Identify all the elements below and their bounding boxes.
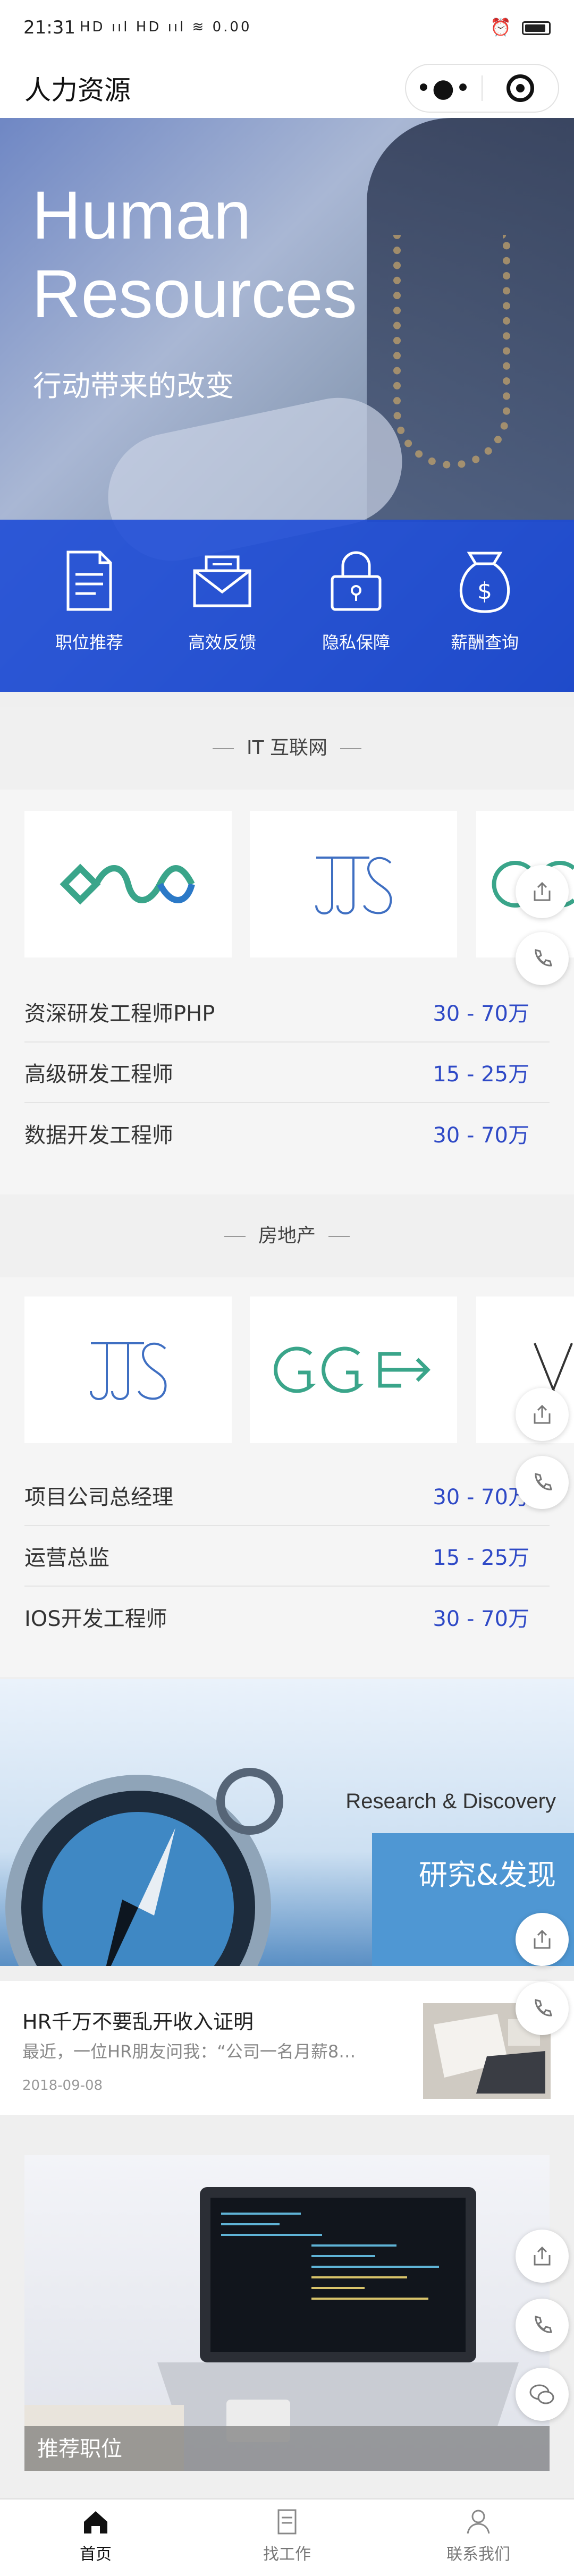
banner-cn-text: 研究&发现 — [418, 1858, 556, 1892]
miniprogram-capsule: •●• — [405, 64, 559, 113]
company-card[interactable] — [250, 1297, 457, 1443]
home-icon — [84, 2511, 107, 2533]
nav-salary[interactable]: $ 薪酬查询 — [432, 546, 538, 654]
page-title: 人力资源 — [24, 75, 131, 106]
article-date: 2018-09-08 — [22, 2078, 103, 2094]
job-row[interactable]: IOS开发工程师 30 - 70万 — [24, 1587, 550, 1647]
compass-image — [5, 1768, 283, 1966]
nav-feedback[interactable]: 高效反馈 — [169, 546, 275, 654]
share-button[interactable] — [516, 1913, 569, 1966]
document-icon — [277, 2509, 297, 2535]
hero-title: Human Resources — [32, 177, 357, 332]
signal-icons: HD ııl HD ııl ≋ 0.00 — [80, 19, 252, 35]
wave-logo — [60, 863, 195, 905]
section-heading-realestate: 房地产 — [0, 1194, 574, 1277]
job-row[interactable]: 高级研发工程师 15 - 25万 — [24, 1043, 550, 1103]
tab-home[interactable]: 首页 — [0, 2499, 191, 2576]
job-row[interactable]: 运营总监 15 - 25万 — [24, 1526, 550, 1587]
call-button[interactable] — [516, 2299, 569, 2352]
hero-banner: Human Resources 行动带来的改变 职位推荐 高效反馈 隐私保障 $… — [0, 118, 574, 692]
document-icon — [55, 546, 124, 615]
gge-logo — [274, 1346, 430, 1393]
article-desc: 最近，一位HR朋友问我：“公司一名月薪8… — [22, 2041, 356, 2062]
company-card[interactable] — [250, 811, 457, 957]
battery-icon — [522, 21, 551, 35]
mail-icon — [188, 546, 257, 615]
nav-job-recommend[interactable]: 职位推荐 — [36, 546, 142, 654]
phone-icon — [535, 949, 552, 967]
phone-icon — [535, 2316, 552, 2333]
call-button[interactable] — [516, 1982, 569, 2035]
section-heading-it: IT 互联网 — [0, 707, 574, 790]
status-bar: 21:31 HD ııl HD ııl ≋ 0.00 ⏰ — [0, 0, 574, 58]
share-button[interactable] — [516, 865, 569, 918]
share-icon — [534, 1404, 551, 1424]
close-button[interactable] — [483, 74, 558, 102]
tab-find-job[interactable]: 找工作 — [191, 2499, 383, 2576]
banner-en-text: Research & Discovery — [345, 1790, 556, 1813]
job-row[interactable]: 项目公司总经理 30 - 70万 — [24, 1465, 550, 1526]
share-button[interactable] — [516, 2230, 569, 2283]
status-time: 21:31 — [23, 17, 75, 38]
phone-icon — [535, 1999, 552, 2016]
promo-label: 推荐职位 — [37, 2437, 122, 2461]
js-logo — [90, 1342, 167, 1400]
phone-icon — [535, 1473, 552, 1490]
research-banner[interactable]: Research & Discovery 研究&发现 — [0, 1679, 574, 1966]
bottom-tab-bar: 首页 找工作 联系我们 — [0, 2498, 574, 2576]
partial-logo — [534, 1343, 573, 1397]
section-realestate: 项目公司总经理 30 - 70万 运营总监 15 - 25万 IOS开发工程师 … — [0, 1277, 574, 1677]
company-card[interactable] — [24, 811, 232, 957]
share-icon — [534, 2246, 551, 2266]
nav-privacy[interactable]: 隐私保障 — [303, 546, 409, 654]
promo-banner[interactable]: 推荐职位 — [24, 2155, 550, 2471]
company-card[interactable] — [24, 1297, 232, 1443]
share-icon — [534, 882, 551, 901]
article-item[interactable]: HR千万不要乱开收入证明 最近，一位HR朋友问我：“公司一名月薪8… 2018-… — [0, 1981, 574, 2115]
title-bar: 人力资源 •●• — [0, 58, 574, 118]
share-button[interactable] — [516, 1388, 569, 1441]
target-icon — [507, 74, 534, 102]
job-row[interactable]: 数据开发工程师 30 - 70万 — [24, 1103, 550, 1164]
call-button[interactable] — [516, 932, 569, 985]
alarm-icon: ⏰ — [489, 17, 511, 37]
money-bag-icon: $ — [450, 546, 519, 615]
wechat-icon — [529, 2384, 554, 2404]
share-icon — [534, 1929, 551, 1949]
wechat-button[interactable] — [516, 2368, 569, 2421]
tab-contact[interactable]: 联系我们 — [383, 2499, 574, 2576]
section-it: 资深研发工程师PHP 30 - 70万 高级研发工程师 15 - 25万 数据开… — [0, 790, 574, 1197]
call-button[interactable] — [516, 1456, 569, 1509]
laptop-image — [24, 2187, 519, 2471]
article-title: HR千万不要乱开收入证明 — [22, 2010, 254, 2033]
lock-icon — [322, 546, 391, 615]
job-row[interactable]: 资深研发工程师PHP 30 - 70万 — [24, 982, 550, 1043]
js-logo — [315, 857, 392, 914]
hero-subtitle: 行动带来的改变 — [33, 369, 234, 403]
more-dots-icon[interactable]: •●• — [406, 72, 482, 104]
svg-text:$: $ — [477, 578, 492, 605]
user-icon — [467, 2510, 490, 2534]
